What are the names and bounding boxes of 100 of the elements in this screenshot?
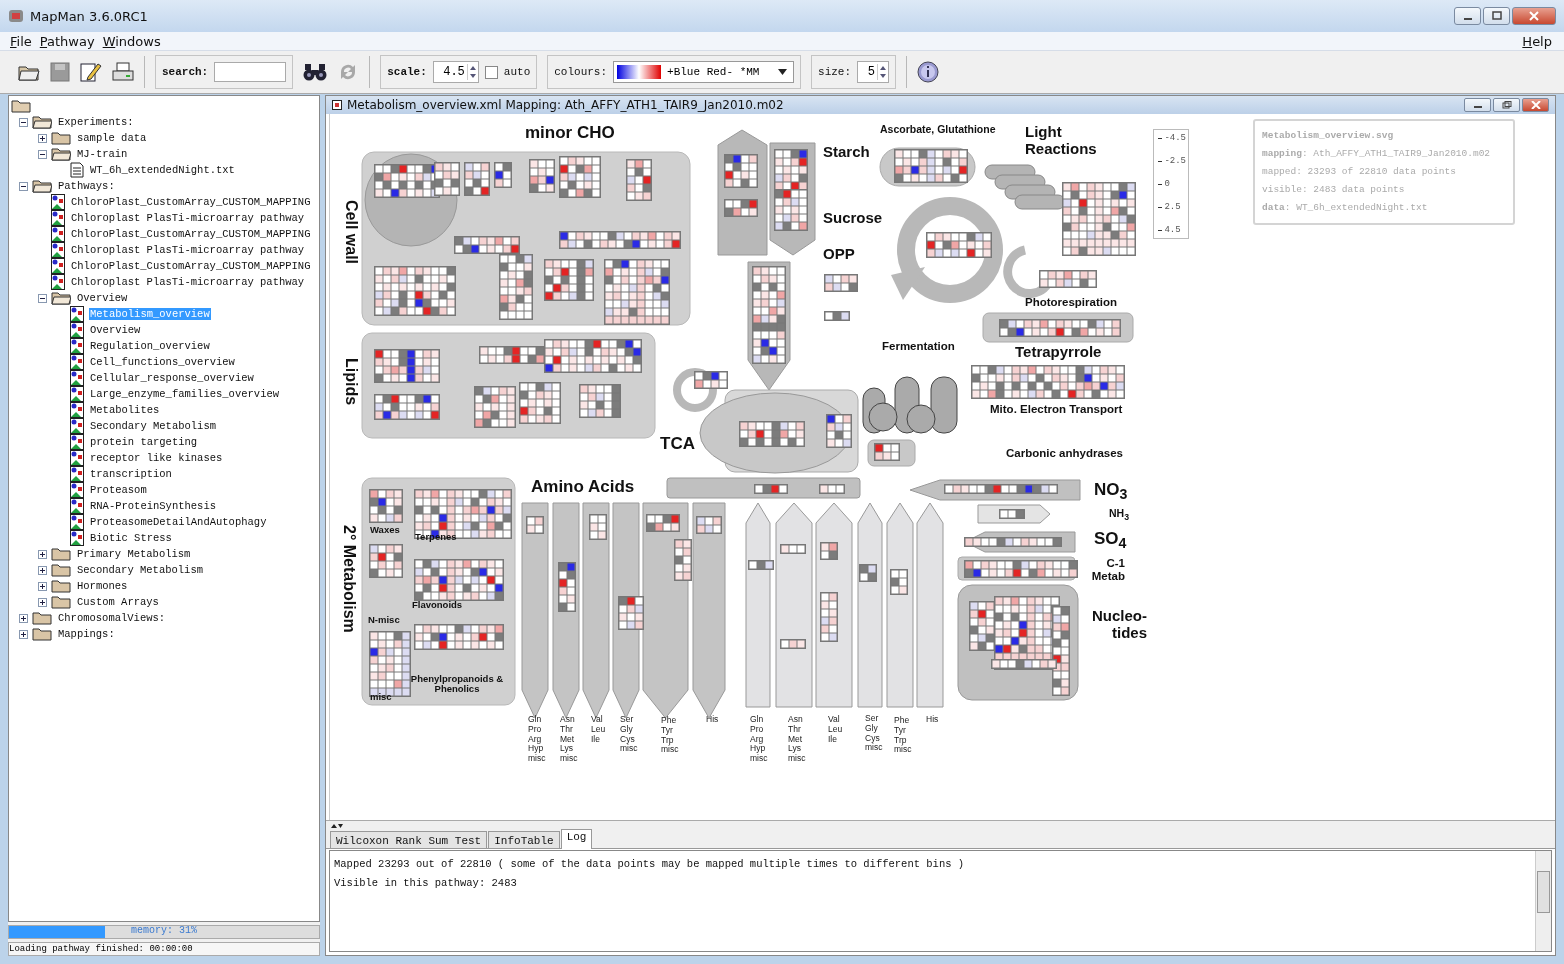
tab[interactable]: Log xyxy=(560,829,593,849)
folder-icon xyxy=(51,563,71,577)
menu-item[interactable]: File xyxy=(10,33,32,49)
heatmap-drawing xyxy=(559,156,601,198)
heatmap-drawing xyxy=(544,259,594,301)
tree-item[interactable]: Overview xyxy=(76,292,129,304)
tree-item[interactable]: Experiments: xyxy=(57,116,135,128)
restore-button[interactable] xyxy=(1493,98,1520,112)
print-icon[interactable] xyxy=(112,62,134,82)
tree-item[interactable]: Secondary Metabolism xyxy=(89,420,218,432)
pathway-icon xyxy=(51,210,65,226)
pathway-label: NH$_{3}$ xyxy=(1109,508,1130,523)
tab[interactable]: InfoTable xyxy=(488,831,560,848)
colours-dropdown[interactable]: +Blue Red- *MM xyxy=(613,61,795,83)
expand-icon[interactable] xyxy=(38,581,47,591)
open-folder-icon[interactable] xyxy=(18,63,40,81)
pathway-icon xyxy=(70,514,84,530)
tree-item[interactable]: Metabolites xyxy=(89,404,161,416)
expand-icon[interactable] xyxy=(38,133,47,143)
tree-item[interactable]: Chloroplast PlasTi-microarray pathway xyxy=(70,276,306,288)
expand-icon[interactable] xyxy=(19,629,28,639)
pathway-label: Flavonoids xyxy=(412,600,463,611)
tree-item[interactable]: Hormones xyxy=(76,580,129,592)
edit-icon[interactable] xyxy=(80,61,102,83)
tree-item[interactable]: protein targeting xyxy=(89,436,199,448)
tree-item[interactable]: receptor like kinases xyxy=(89,452,224,464)
expand-icon[interactable] xyxy=(38,565,47,575)
close-button[interactable] xyxy=(1512,7,1556,25)
binoculars-icon[interactable] xyxy=(303,62,328,82)
tree-item[interactable]: ChloroPlast_CustomArray_CUSTOM_MAPPING xyxy=(70,260,312,272)
pathway-label: SO$_{4}$ xyxy=(1094,530,1127,552)
amino-acid-label: Val Leu Ile xyxy=(591,715,606,745)
tree-item[interactable]: Primary Metabolism xyxy=(76,548,192,560)
tree-item[interactable]: Cell_functions_overview xyxy=(89,356,236,368)
menu-item[interactable]: Windows xyxy=(102,33,161,49)
expand-icon[interactable] xyxy=(19,613,28,623)
tree-item[interactable]: Secondary Metabolism xyxy=(76,564,205,576)
tree-item[interactable]: ProteasomeDetailAndAutophagy xyxy=(89,516,268,528)
pathway-label: Starch xyxy=(823,144,870,161)
expand-icon[interactable] xyxy=(38,549,47,559)
minimize-button[interactable] xyxy=(1464,98,1491,112)
pathway-label: Fermentation xyxy=(882,340,955,353)
amino-acid-label: His xyxy=(706,715,719,725)
collapse-icon[interactable] xyxy=(19,117,28,127)
size-spinner[interactable]: 5 xyxy=(857,61,890,83)
tree-item[interactable]: Large_enzyme_families_overview xyxy=(89,388,281,400)
collapse-icon[interactable] xyxy=(38,293,47,303)
tree-item[interactable]: Proteasom xyxy=(89,484,148,496)
info-icon[interactable] xyxy=(917,61,940,83)
auto-checkbox[interactable] xyxy=(484,65,498,79)
tree-item[interactable]: sample data xyxy=(76,132,148,144)
tree-item[interactable]: MJ-train xyxy=(76,148,129,160)
close-button[interactable] xyxy=(1522,98,1549,112)
restore-icon xyxy=(1501,101,1512,109)
heatmap-drawing xyxy=(646,514,680,532)
tree-item[interactable]: Regulation_overview xyxy=(89,340,211,352)
tree-item[interactable]: Cellular_response_overview xyxy=(89,372,255,384)
folder-icon xyxy=(51,595,71,609)
heatmap-drawing xyxy=(604,259,670,325)
tree-item[interactable]: Chloroplast PlasTi-microarray pathway xyxy=(70,244,306,256)
pathway-label: OPP xyxy=(823,246,855,263)
tree-item[interactable]: Mappings: xyxy=(57,628,116,640)
folder-icon xyxy=(32,115,52,129)
tree-item[interactable]: Custom Arrays xyxy=(76,596,160,608)
help-menu[interactable]: Help xyxy=(1522,33,1552,49)
collapse-icon[interactable] xyxy=(38,149,47,159)
search-label: search: xyxy=(162,66,209,78)
heatmap-drawing xyxy=(464,162,490,196)
legend-tick-label: -4.5 xyxy=(1164,133,1186,143)
tab[interactable]: Wilcoxon Rank Sum Test xyxy=(330,831,488,848)
heatmap-drawing xyxy=(824,274,858,292)
tree-item[interactable]: Overview xyxy=(89,324,142,336)
collapse-icon[interactable] xyxy=(19,181,28,191)
maximize-icon xyxy=(1491,11,1502,21)
spin-arrows-icon[interactable] xyxy=(878,64,889,80)
expand-icon[interactable] xyxy=(38,597,47,607)
tree-item[interactable]: ChloroPlast_CustomArray_CUSTOM_MAPPING xyxy=(70,196,312,208)
pathway-icon xyxy=(70,322,84,338)
menu-item[interactable]: Pathway xyxy=(39,33,95,49)
scale-spinner[interactable]: 4.5 xyxy=(432,61,479,83)
tree-item[interactable]: Chloroplast PlasTi-microarray pathway xyxy=(70,212,306,224)
scrollbar[interactable] xyxy=(1535,851,1551,951)
tree-item[interactable]: transcription xyxy=(89,468,173,480)
tree-item[interactable]: ChromosomalViews: xyxy=(57,612,167,624)
tree-item[interactable]: Biotic Stress xyxy=(89,532,173,544)
tree-item[interactable]: ChloroPlast_CustomArray_CUSTOM_MAPPING xyxy=(70,228,312,240)
pathway-icon xyxy=(70,482,84,498)
minimize-button[interactable] xyxy=(1454,7,1481,25)
maximize-button[interactable] xyxy=(1483,7,1510,25)
info-line: visible: 2483 data points xyxy=(1262,183,1406,197)
tree-item[interactable]: RNA-ProteinSynthesis xyxy=(89,500,218,512)
pathway-label: Mito. Electron Transport xyxy=(990,403,1123,416)
tree-item[interactable]: WT_6h_extendedNight.txt xyxy=(89,164,236,176)
pathway-label: C-1 Metab xyxy=(1090,557,1125,583)
pathway-label: Nucleo-tides xyxy=(1091,608,1147,641)
search-field[interactable] xyxy=(214,62,287,82)
spin-arrows-icon[interactable] xyxy=(467,64,478,80)
amino-acid-label: Asn Thr Met Lys misc xyxy=(788,715,806,764)
split-arrows-icon[interactable] xyxy=(330,823,344,829)
tree-item[interactable]: Pathways: xyxy=(57,180,116,192)
